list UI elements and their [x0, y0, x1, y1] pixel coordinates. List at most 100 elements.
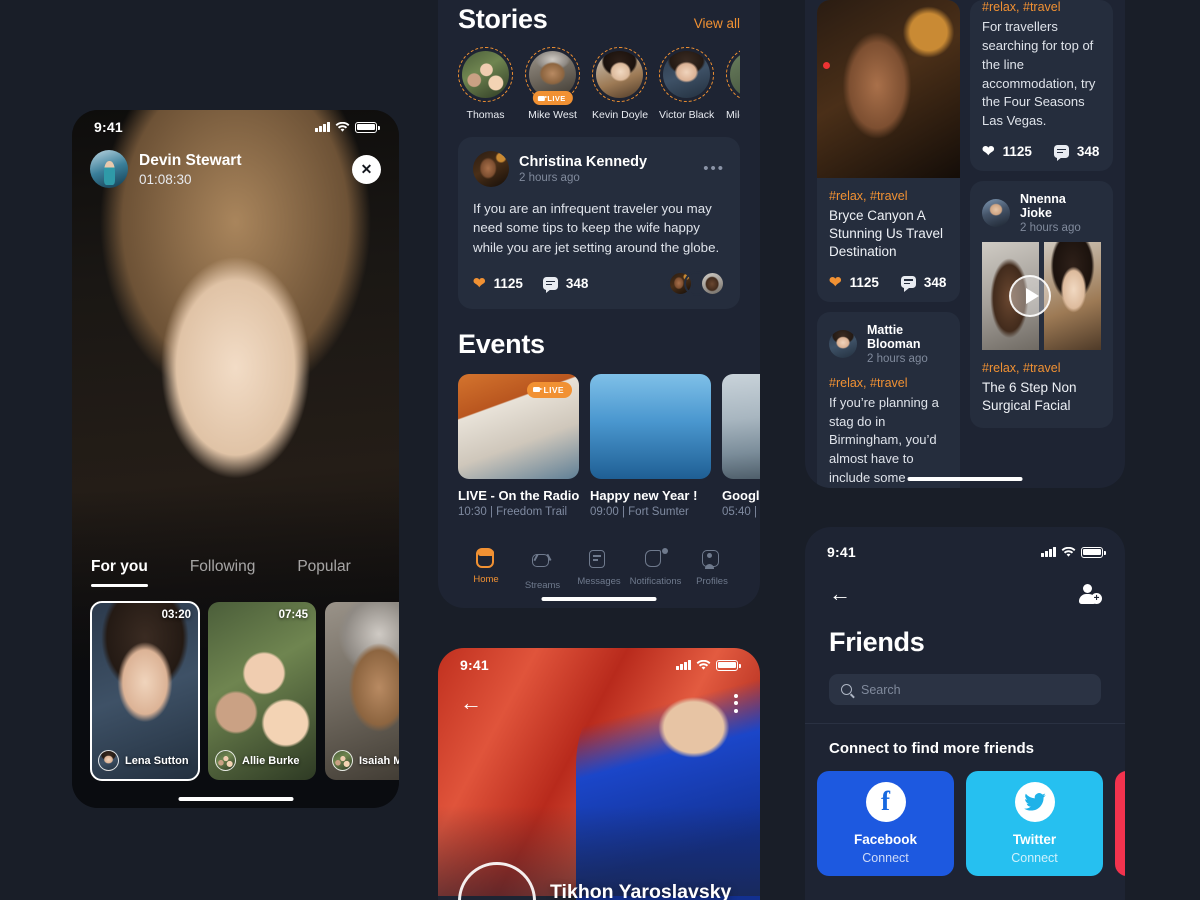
event-subtitle: 10:30 | Freedom Trail: [458, 505, 568, 518]
discover-card[interactable]: Mattie Blooman 2 hours ago #relax, #trav…: [817, 311, 960, 488]
social-action: Connect: [862, 851, 909, 865]
tab-popular[interactable]: Popular: [297, 558, 350, 576]
story-item[interactable]: Kevin Doyle: [592, 47, 648, 121]
event-thumbnail: [722, 373, 760, 479]
discover-card[interactable]: Nnenna Jioke 2 hours ago #relax, #travel…: [970, 181, 1113, 428]
battery-icon: [716, 659, 741, 671]
facebook-icon: f: [865, 782, 906, 822]
like-stat[interactable]: ❤ 1125: [982, 144, 1032, 159]
card-tags[interactable]: #relax, #travel: [982, 361, 1101, 375]
stories-view-all-link[interactable]: View all: [694, 16, 740, 31]
facebook-glyph: f: [881, 785, 890, 816]
social-name: Facebook: [853, 832, 918, 847]
post-author: Christina Kennedy: [519, 154, 648, 170]
story-item[interactable]: Thomas: [458, 47, 513, 121]
tab-profiles[interactable]: Profiles: [684, 548, 740, 591]
avatar[interactable]: [473, 151, 509, 187]
more-options-icon[interactable]: [734, 693, 738, 713]
live-badge-label: LIVE: [543, 384, 564, 395]
reel-card[interactable]: Isaiah M: [325, 602, 399, 780]
heart-icon: ❤: [829, 273, 842, 291]
tab-streams[interactable]: Streams: [515, 548, 571, 591]
avatar[interactable]: [458, 862, 536, 900]
heart-icon: ❤: [982, 143, 995, 161]
discover-column-left: #relax, #travel Bryce Canyon A Stunning …: [817, 0, 960, 488]
page-title: Friends: [829, 627, 925, 657]
card-header: Nnenna Jioke 2 hours ago: [970, 181, 1113, 242]
avatar: [98, 750, 119, 771]
media-thumbnail[interactable]: [1044, 242, 1101, 351]
status-bar: 9:41: [805, 535, 1125, 569]
host-avatar[interactable]: [90, 150, 128, 188]
play-icon[interactable]: [1009, 275, 1052, 318]
comment-stat[interactable]: 348: [542, 276, 588, 293]
story-item[interactable]: Victor Black: [659, 47, 714, 121]
event-card[interactable]: Happy new Year ! 09:00 | Fort Sumter: [590, 373, 711, 518]
video-camera-icon: [532, 387, 543, 393]
mockup-canvas: 9:41 Devin Stewart 01:08:30 ✕ For you Fo: [0, 0, 1200, 900]
reel-author-name: Lena Sutton: [125, 754, 189, 767]
search-icon: [841, 684, 852, 695]
search-placeholder: Search: [861, 682, 901, 697]
story-item[interactable]: Mildred Miles: [726, 47, 740, 121]
commenter-avatars[interactable]: [668, 270, 725, 296]
comment-stat[interactable]: 348: [900, 275, 946, 292]
post-text: If you are an infrequent traveler you ma…: [473, 201, 720, 255]
discover-columns: #relax, #travel Bryce Canyon A Stunning …: [805, 0, 1125, 488]
streams-icon: [532, 553, 549, 567]
post-author-block: Mattie Blooman 2 hours ago: [867, 323, 948, 365]
card-tags[interactable]: #relax, #travel: [982, 0, 1101, 14]
tab-home[interactable]: Home: [458, 547, 514, 591]
tab-following[interactable]: Following: [190, 558, 255, 576]
reel-card[interactable]: 03:20 Lena Sutton: [90, 601, 200, 781]
card-media-gallery[interactable]: [970, 242, 1113, 351]
tab-for-you[interactable]: For you: [91, 558, 148, 587]
heart-icon: ❤: [473, 274, 486, 292]
video-camera-icon: [537, 95, 548, 101]
close-icon[interactable]: ✕: [352, 154, 381, 184]
add-friend-icon[interactable]: +: [1079, 584, 1102, 604]
event-card[interactable]: LIVE LIVE - On the Radio 10:30 | Freedom…: [458, 373, 579, 518]
comment-stat[interactable]: 348: [1053, 144, 1099, 161]
twitter-bird-glyph: [1023, 793, 1046, 811]
events-section: Events LIVE LIVE - On the Radio 10:30 | …: [438, 329, 760, 518]
feed-post-card[interactable]: Christina Kennedy 2 hours ago ••• If you…: [458, 137, 740, 309]
reel-card[interactable]: 07:45 Allie Burke: [208, 602, 316, 780]
story-item[interactable]: LIVE Mike West: [525, 47, 580, 121]
battery-icon: [355, 121, 380, 133]
event-card[interactable]: Google 05:40 | V: [722, 373, 760, 518]
event-title: Google: [722, 487, 760, 503]
search-input[interactable]: Search: [829, 674, 1101, 705]
connect-facebook-button[interactable]: f Facebook Connect: [817, 771, 954, 876]
post-author: Nnenna Jioke: [1020, 192, 1066, 221]
post-time: 2 hours ago: [867, 352, 928, 365]
back-icon[interactable]: ←: [460, 692, 482, 714]
messages-icon: [588, 549, 605, 568]
card-text: If you’re planning a stag do in Birmingh…: [829, 394, 939, 486]
reel-duration: 07:45: [278, 609, 308, 621]
card-tags[interactable]: #relax, #travel: [829, 189, 948, 203]
connect-other-button[interactable]: [1115, 771, 1125, 876]
avatar: [215, 750, 236, 771]
discover-card[interactable]: #relax, #travel For travellers searching…: [970, 0, 1113, 172]
card-stats: ❤ 1125 348: [982, 144, 1101, 161]
avatar[interactable]: [829, 329, 857, 358]
tab-messages[interactable]: Messages: [571, 548, 627, 591]
stream-host-bar: Devin Stewart 01:08:30 ✕: [90, 150, 381, 188]
card-title: Bryce Canyon A Stunning Us Travel Destin…: [829, 208, 944, 260]
card-tags[interactable]: #relax, #travel: [829, 376, 948, 390]
profile-name-block: Tikhon Yaroslavsky @Tikhon Yaroslavsky: [550, 881, 731, 900]
status-bar: 9:41: [438, 648, 760, 682]
stories-list[interactable]: Thomas LIVE Mike West Kevin Doyle Victor…: [458, 47, 740, 121]
connect-twitter-button[interactable]: Twitter Connect: [966, 771, 1103, 876]
events-list[interactable]: LIVE LIVE - On the Radio 10:30 | Freedom…: [458, 373, 760, 518]
tab-label: Notifications: [629, 575, 682, 587]
tab-notifications[interactable]: Notifications: [628, 548, 684, 591]
wifi-icon: [335, 121, 350, 132]
discover-card[interactable]: #relax, #travel Bryce Canyon A Stunning …: [817, 0, 960, 302]
avatar[interactable]: [982, 199, 1010, 228]
back-icon[interactable]: ←: [829, 583, 851, 605]
status-time: 9:41: [460, 657, 489, 673]
like-stat[interactable]: ❤ 1125: [829, 275, 879, 290]
like-stat[interactable]: ❤ 1125: [473, 276, 523, 291]
